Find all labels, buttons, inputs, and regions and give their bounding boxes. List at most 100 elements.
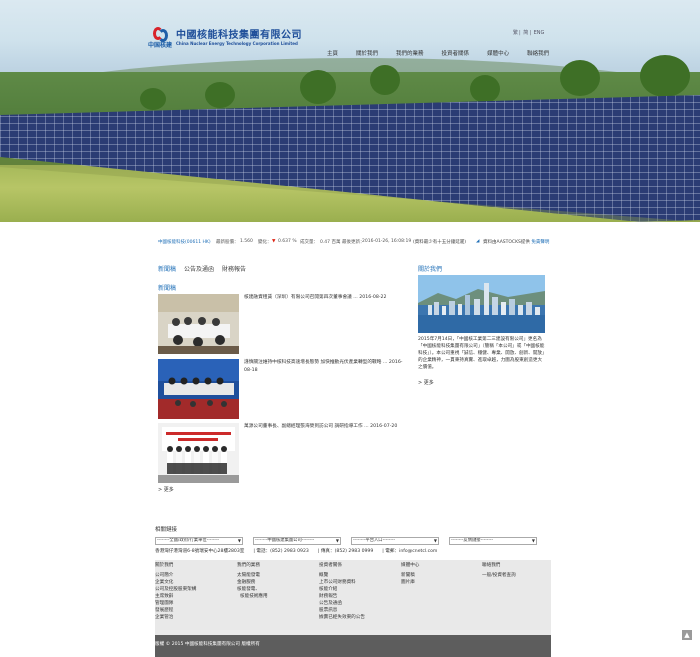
stock-code[interactable]: 中國核能科技(00611 HK) [158,239,211,245]
select-value: --------中國核建集團公司-------- [255,538,315,543]
telephone: 電話：(852) 2983 0923 [256,549,309,554]
footer-sitemap: 關於我們 公司簡介 企業文化 公司及控股股東架構 主席致辭 管理團隊 發展歷程 … [155,560,551,635]
footer-link[interactable]: 上市公司財務資料 [319,579,365,586]
footer-col-about: 關於我們 公司簡介 企業文化 公司及控股股東架構 主席致辭 管理團隊 發展歷程 … [155,562,196,621]
news-thumbnail[interactable] [158,359,239,419]
footer-col-heading[interactable]: 我們的業務 [237,562,268,569]
footer-link[interactable]: 企業管治 [155,614,196,621]
chevron-down-icon: ▼ [237,538,241,543]
footer-link[interactable]: 金融服務 [237,579,268,586]
main-nav: 主頁 關於我們 我們的業務 投資者關係 媒體中心 聯絡我們 [318,49,558,57]
footer-link[interactable]: 股票訊息 [319,607,365,614]
logo-text-cn: 中國核能科技集團有限公司 [176,30,302,41]
hero-banner: 中国核建 中國核能科技集團有限公司 China Nuclear Energy T… [0,0,700,222]
down-arrow-icon: ▼ [272,239,276,244]
footer-link[interactable]: 公告及通函 [319,600,365,607]
footer-link[interactable]: 財務報告 [319,593,365,600]
lang-traditional[interactable]: 繁 [513,30,518,36]
aastocks-icon: ◢ [476,239,480,244]
footer-link[interactable]: 概覽 [319,572,365,579]
back-to-top-button[interactable]: ▲ [682,630,692,640]
volume-value: 0.47 百萬 [320,240,341,245]
footer-link[interactable]: 公司簡介 [155,572,196,579]
footer-col-business: 我們的業務 太陽能發電 金融服務 核能發電、 核能技術應用 [237,562,268,600]
news-heading: 新聞稿 [158,285,177,292]
tree [370,65,400,95]
news-title[interactable]: 謹慎關注維持中核科技高速增長態勢 加快推動光伏產業轉型的戰略 ... 2016-… [244,359,408,375]
related-links-heading: 相關鏈接 [155,527,178,533]
news-more-link[interactable]: > 更多 [158,486,174,493]
footer-link[interactable]: 一般/投資者查詢 [482,572,516,579]
nav-home[interactable]: 主頁 [318,49,347,57]
about-heading: 關於我們 [418,266,443,273]
footer-link[interactable]: 核能發電、 [237,586,268,593]
footer-link[interactable]: 新聞稿 [401,572,419,579]
fax: 傳真：(852) 2983 0999 [320,549,374,554]
tab-press-release[interactable]: 新聞稿 [158,264,176,273]
news-thumbnail[interactable] [158,294,239,354]
footer-col-heading[interactable]: 聯絡我們 [482,562,516,569]
chevron-down-icon: ▼ [335,538,339,543]
updated-value: 2016-01-26, 16:08:19 [362,239,412,244]
select-group-companies[interactable]: --------中國核建集團公司-------- ▼ [253,537,341,545]
news-title[interactable]: 核建融資租賃（深圳）有限公司召開第四次董事會議 ... 2016-08-22 [244,294,408,302]
address: 香港灣仔港灣道6-8號瑞安中心28樓2803室 [155,549,245,554]
price-value: 1.560 [240,239,253,244]
about-image[interactable] [418,275,545,333]
about-text: 2015年7月14日，「中國核工業第二三建設有限公司」更名為「中國核能科技集團有… [418,337,545,370]
related-links-selects: --------全國/政府/行業單位-------- ▼ --------中國核建… [155,537,537,545]
tree [640,55,690,97]
volume-label: 成交量： [300,240,318,245]
nav-contact[interactable]: 聯絡我們 [518,49,558,57]
tab-financial-reports[interactable]: 財務報告 [222,264,246,273]
select-value: --------平台入口-------- [353,538,395,543]
copyright-bar: 版權 © 2015 中國核能科技集團有限公司 版權所有 [155,635,551,657]
news-thumbnail[interactable] [158,423,239,483]
nav-investor[interactable]: 投資者關係 [433,49,479,57]
lang-simplified[interactable]: 简 [523,30,528,36]
tab-announcements[interactable]: 公告及通函 [184,264,214,273]
company-logo[interactable]: 中国核建 中國核能科技集團有限公司 China Nuclear Energy T… [148,26,302,49]
contact-info: 香港灣仔港灣道6-8號瑞安中心28樓2803室 | 電話：(852) 2983 0… [155,549,438,554]
news-item[interactable]: 謹慎關注維持中核科技高速增長態勢 加快推動光伏產業轉型的戰略 ... 2016-… [158,359,408,419]
change-label: 變化： [258,240,272,245]
nav-about[interactable]: 關於我們 [347,49,387,57]
footer-col-media: 媒體中心 新聞稿 圖片庫 [401,562,419,586]
select-friendly-links[interactable]: --------友情鏈接-------- ▼ [449,537,537,545]
lang-english[interactable]: ENG [534,30,545,36]
news-tabs: 新聞稿 公告及通函 財務報告 [158,264,246,273]
news-item[interactable]: 萬源公司董事長、副總經理張海榮到訪公司 調研指導工作 ... 2016-07-2… [158,423,408,483]
arrow-up-icon: ▲ [684,631,690,639]
disclaimer-link[interactable]: 免責聲明 [531,240,549,245]
footer-col-heading[interactable]: 媒體中心 [401,562,419,569]
solar-panels-image [0,95,700,222]
source-prefix: 資料由AASTOCKS提供 [483,240,530,245]
footer-link[interactable]: 企業文化 [155,579,196,586]
footer-link[interactable]: 核能技術應用 [237,593,268,600]
about-more-link[interactable]: > 更多 [418,379,434,386]
footer-link[interactable]: 核能介紹 [319,586,365,593]
select-value: --------全國/政府/行業單位-------- [157,538,220,543]
nav-business[interactable]: 我們的業務 [387,49,433,57]
footer-col-heading[interactable]: 投資者關係 [319,562,365,569]
select-value: --------友情鏈接-------- [451,538,493,543]
footer-link[interactable]: 公司及控股股東架構 [155,586,196,593]
footer-link[interactable]: 主席致辭 [155,593,196,600]
footer-link[interactable]: 據賣已經失效東的公告 [319,614,365,621]
select-government-units[interactable]: --------全國/政府/行業單位-------- ▼ [155,537,243,545]
logo-sub-text: 中国核建 [148,42,173,49]
footer-link[interactable]: 太陽能發電 [237,572,268,579]
email[interactable]: 電郵：info@cnetcl.com [385,549,437,554]
news-item[interactable]: 核建融資租賃（深圳）有限公司召開第四次董事會議 ... 2016-08-22 [158,294,408,354]
footer-link[interactable]: 發展歷程 [155,607,196,614]
nav-media[interactable]: 媒體中心 [478,49,518,57]
footer-link[interactable]: 圖片庫 [401,579,419,586]
footer-col-heading[interactable]: 關於我們 [155,562,196,569]
tree [560,60,600,96]
news-title[interactable]: 萬源公司董事長、副總經理張海榮到訪公司 調研指導工作 ... 2016-07-2… [244,423,408,431]
footer-col-contact: 聯絡我們 一般/投資者查詢 [482,562,516,579]
select-platform-entry[interactable]: --------平台入口-------- ▼ [351,537,439,545]
footer-link[interactable]: 管理團隊 [155,600,196,607]
language-switcher: 繁| 简| ENG [513,30,545,36]
price-label: 最新股價： [216,240,239,245]
